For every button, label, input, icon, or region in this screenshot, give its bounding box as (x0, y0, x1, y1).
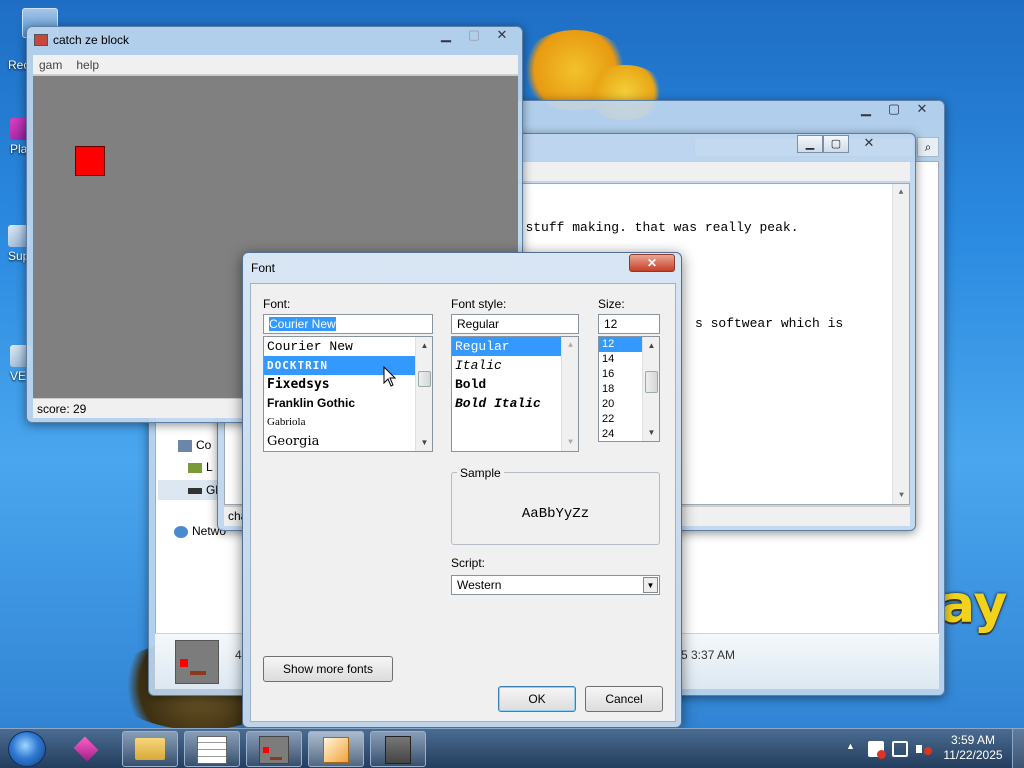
disk-icon (188, 487, 202, 494)
editor-caption-buttons: ▁ ▢ ✕ (797, 135, 889, 153)
font-dialog[interactable]: Font ✕ Font: Courier New Courier New DOC… (242, 252, 682, 728)
close-button[interactable]: ✕ (849, 135, 889, 153)
style-list-scrollbar[interactable]: ▲ ▼ (561, 337, 578, 451)
minimize-button[interactable]: ▁ (797, 135, 823, 153)
game-app-icon (34, 34, 48, 46)
taskbar-app-button[interactable] (184, 731, 240, 767)
size-label: Size: (598, 297, 625, 311)
close-button[interactable]: ✕ (629, 254, 675, 272)
font-list-scrollbar[interactable]: ▲ ▼ (415, 337, 432, 451)
wallpaper-text: ay (940, 575, 1008, 635)
clock-date: 11/22/2025 (943, 748, 1003, 762)
start-button[interactable] (8, 731, 46, 767)
font-list-item[interactable]: Courier New (264, 337, 432, 356)
minimize-button[interactable]: ▁ (852, 101, 880, 119)
window-title: catch ze block (53, 33, 130, 47)
size-list-item[interactable]: 12 (599, 337, 642, 352)
scroll-down-icon[interactable]: ▼ (416, 434, 432, 451)
style-list-item[interactable]: Italic (452, 356, 578, 375)
details-thumbnail (175, 640, 219, 684)
calculator-icon (385, 736, 411, 764)
details-modified-time: 5 3:37 AM (681, 648, 736, 662)
tree-item-computer[interactable]: Co (178, 438, 211, 452)
taskbar-calculator-button[interactable] (370, 731, 426, 767)
font-style-field[interactable]: Regular (451, 314, 579, 334)
font-dialog-body: Font: Courier New Courier New DOCKTRIN F… (250, 283, 676, 722)
network-icon (174, 525, 188, 538)
script-select[interactable]: Western ▼ (451, 575, 660, 595)
scroll-down-icon[interactable]: ▼ (643, 424, 659, 441)
editor-app-icon (323, 737, 349, 763)
close-button[interactable]: ✕ (488, 27, 516, 45)
explorer-caption-buttons: ▁ ▢ ✕ (852, 101, 936, 119)
show-more-fonts-button[interactable]: Show more fonts (263, 656, 393, 682)
style-list-item[interactable]: Regular (452, 337, 562, 356)
taskbar: ▲ 3:59 AM 11/22/2025 (0, 728, 1024, 768)
font-style-list[interactable]: Regular Italic Bold Bold Italic ▲ ▼ (451, 336, 579, 452)
maximize-button[interactable]: ▢ (823, 135, 849, 153)
computer-icon (178, 439, 192, 452)
font-list-item[interactable]: DOCKTRIN (264, 356, 432, 375)
close-button[interactable]: ✕ (908, 101, 936, 119)
ok-button[interactable]: OK (498, 686, 576, 712)
details-prefix: 4 (235, 648, 242, 662)
scroll-up-icon[interactable]: ▲ (416, 337, 432, 354)
font-name-field[interactable]: Courier New (263, 314, 433, 334)
cancel-button[interactable]: Cancel (585, 686, 663, 712)
style-list-item[interactable]: Bold (452, 375, 578, 394)
taskbar-explorer-button[interactable] (122, 731, 178, 767)
font-list-item[interactable]: Gabriola (264, 413, 432, 432)
grid-app-icon (197, 736, 227, 764)
scroll-thumb[interactable] (645, 371, 658, 393)
size-field[interactable]: 12 (598, 314, 660, 334)
show-desktop-button[interactable] (1012, 729, 1024, 768)
font-label: Font: (263, 297, 291, 311)
font-list-item[interactable]: Franklin Gothic (264, 394, 432, 413)
score-text: score: 29 (37, 402, 87, 416)
game-menubar: gam help (33, 55, 518, 75)
mouse-cursor-icon (383, 366, 397, 387)
style-list-item[interactable]: Bold Italic (452, 394, 578, 413)
scroll-up-icon[interactable]: ▲ (643, 337, 659, 354)
search-icon[interactable]: ⌕ (917, 137, 939, 157)
drive-icon (188, 462, 202, 473)
menu-help[interactable]: help (76, 58, 99, 72)
clock[interactable]: 3:59 AM 11/22/2025 (940, 733, 1006, 763)
scroll-thumb[interactable] (418, 371, 431, 387)
tree-item-drive[interactable]: L (188, 460, 213, 474)
sample-label: Sample (457, 466, 504, 480)
taskbar-editor-button[interactable] (308, 731, 364, 767)
scroll-up-icon[interactable]: ▲ (562, 337, 578, 354)
editor-scrollbar[interactable]: ▲ ▼ (892, 184, 909, 504)
action-center-icon[interactable] (868, 741, 886, 759)
scroll-down-icon[interactable]: ▼ (562, 434, 578, 451)
chevron-down-icon[interactable]: ▼ (643, 577, 658, 593)
show-hidden-icons-button[interactable]: ▲ (846, 741, 855, 751)
clock-time: 3:59 AM (950, 733, 996, 747)
volume-muted-icon[interactable] (916, 741, 932, 757)
maximize-button[interactable]: ▢ (880, 101, 908, 119)
font-list-item[interactable]: Fixedsys (264, 375, 432, 394)
sample-preview: AaBbYyZz (521, 506, 590, 522)
font-list[interactable]: Courier New DOCKTRIN Fixedsys Franklin G… (263, 336, 433, 452)
script-label: Script: (451, 556, 486, 570)
size-list[interactable]: 12 14 16 18 20 22 24 ▲ ▼ (598, 336, 660, 442)
network-icon[interactable] (892, 741, 908, 757)
falling-block (75, 146, 105, 176)
taskbar-game-button[interactable] (246, 731, 302, 767)
minimize-button[interactable]: ▁ (432, 27, 460, 45)
folder-icon (135, 738, 165, 760)
maximize-button[interactable]: ▢ (460, 27, 488, 45)
size-list-scrollbar[interactable]: ▲ ▼ (642, 337, 659, 441)
dialog-title: Font (251, 261, 276, 275)
font-style-label: Font style: (451, 297, 507, 311)
menu-gam[interactable]: gam (39, 58, 62, 72)
game-caption-buttons: ▁ ▢ ✕ (432, 27, 516, 45)
game-app-icon (259, 736, 289, 764)
text-line-tail: s softwear which is (695, 316, 844, 331)
font-list-item[interactable]: Georgia (264, 432, 432, 451)
pinned-app-icon[interactable] (68, 733, 108, 765)
